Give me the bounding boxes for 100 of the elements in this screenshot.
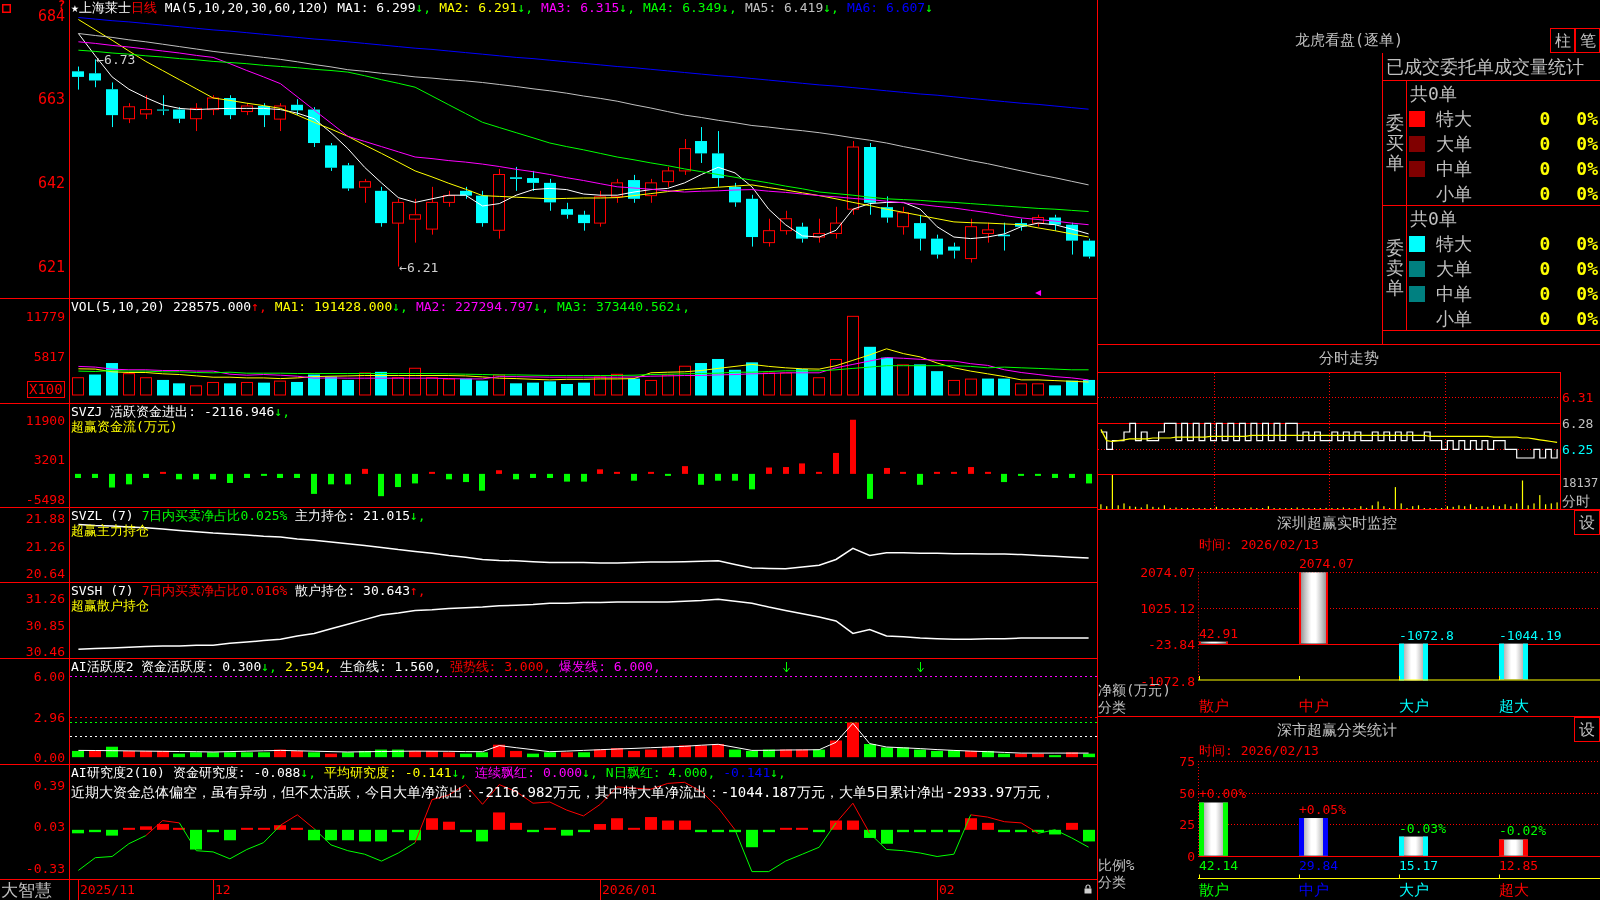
candlestick xyxy=(998,222,1010,252)
indicator-value: 228575.000 xyxy=(172,299,252,314)
trend-arrow: ↓, xyxy=(392,299,408,314)
date-label: 2025/11 xyxy=(78,880,135,900)
candlestick xyxy=(325,142,337,172)
axis-label: 30.46 xyxy=(25,644,65,657)
axis-label: 2074.07 xyxy=(1140,565,1195,579)
period-label: 日线 xyxy=(130,0,157,15)
order-count: 0 xyxy=(1539,159,1551,178)
order-share: 0% xyxy=(1576,259,1598,278)
axis-label: 6.28 xyxy=(1562,416,1594,430)
axis-label: -23.84 xyxy=(1148,637,1195,651)
value-label: 12.85 xyxy=(1499,858,1539,872)
trend-arrow: ↓, xyxy=(517,0,534,15)
indicator-name: SVZJ xyxy=(71,404,103,419)
candlestick xyxy=(123,102,135,124)
indicator-value: 连续飘红: 0.000 xyxy=(475,765,583,780)
indicator-value: 平均研究度: -0.141 xyxy=(324,765,452,780)
toggle-button[interactable]: 笔 xyxy=(1575,28,1600,53)
axis-title: 比例% xyxy=(1098,858,1135,872)
axis-label: 0 xyxy=(1187,849,1195,863)
candlestick xyxy=(510,166,522,192)
bar xyxy=(1299,572,1328,644)
indicator-value: 活跃资金进出: -2116.946 xyxy=(110,404,275,419)
axis-label: 6.25 xyxy=(1562,442,1594,456)
candlestick xyxy=(830,206,842,240)
group-label: 委卖单 xyxy=(1385,238,1404,298)
toggle-button[interactable]: 柱 xyxy=(1550,28,1575,53)
trend-arrow: ↓, xyxy=(582,765,598,780)
order-count: 0 xyxy=(1539,284,1551,303)
axis-label: 50 xyxy=(1179,786,1195,800)
candlestick xyxy=(611,178,623,204)
timestamp: 时间: 2026/02/13 xyxy=(1199,538,1319,551)
category-label: 散户 xyxy=(1199,699,1229,714)
trend-arrow: ↓, xyxy=(261,659,277,674)
indicator-value: 主力持仓: 21.015 xyxy=(295,508,411,523)
order-share: 0% xyxy=(1576,309,1598,328)
candlestick xyxy=(578,210,590,232)
settings-button[interactable]: 设 xyxy=(1574,717,1600,742)
order-share: 0% xyxy=(1576,159,1598,178)
order-count: 0 xyxy=(1539,309,1551,328)
indicator-name: VOL(5,10,20) xyxy=(71,299,165,314)
trend-arrow: ↓, xyxy=(415,0,432,15)
bar xyxy=(1399,643,1428,681)
candlestick xyxy=(359,178,371,204)
indicator-value: MA6: 6.607 xyxy=(846,0,926,15)
axis-label: 21.88 xyxy=(25,511,65,525)
candlestick xyxy=(258,102,270,128)
candlestick xyxy=(72,66,84,91)
indicator-value: 爆发线: 6.000, xyxy=(559,659,661,674)
indicator-subtitle: 超赢散户持仓 xyxy=(71,598,149,613)
square-icon xyxy=(2,4,11,13)
axis-label: 3201 xyxy=(33,452,65,466)
candlestick xyxy=(207,94,219,116)
axis-label: 25 xyxy=(1179,817,1195,831)
order-type: 特大 xyxy=(1436,234,1472,253)
change-label: -0.02% xyxy=(1499,824,1546,838)
indicator-name: AI研究度2(10) xyxy=(71,765,165,780)
order-type: 大单 xyxy=(1436,259,1472,278)
candlestick xyxy=(746,194,758,248)
category-label: 大户 xyxy=(1399,699,1429,714)
volume-scale-label: 18137 xyxy=(1562,477,1599,489)
candlestick xyxy=(460,186,472,200)
settings-button[interactable]: 设 xyxy=(1574,510,1600,535)
candlestick xyxy=(645,178,657,204)
panel-title: 龙虎看盘(逐单) xyxy=(1294,33,1404,48)
candlestick xyxy=(695,126,707,164)
candlestick xyxy=(712,130,724,188)
candlestick xyxy=(157,94,169,116)
price-annotation: ←6.21 xyxy=(399,260,439,273)
candlestick xyxy=(375,186,387,228)
axis-label: 2.96 xyxy=(33,710,65,724)
trend-arrow: ↓, xyxy=(533,299,549,314)
indicator-value: -0.141 xyxy=(723,765,771,780)
candlestick xyxy=(140,94,152,120)
category-label: 中户 xyxy=(1299,883,1329,898)
candlestick xyxy=(1032,214,1044,228)
category-label: 中户 xyxy=(1299,699,1329,714)
candlestick xyxy=(780,210,792,236)
trend-arrow: ↓, xyxy=(410,508,426,523)
candlestick xyxy=(763,218,775,248)
trend-arrow: ↓, xyxy=(674,299,691,314)
axis-label: 20.64 xyxy=(25,566,65,580)
candlestick xyxy=(527,170,539,192)
axis-label: 6.00 xyxy=(33,669,65,683)
order-total: 共0单 xyxy=(1410,209,1457,228)
order-type: 小单 xyxy=(1436,309,1472,328)
axis-label: 75 xyxy=(1179,754,1195,768)
candlestick xyxy=(1015,218,1027,232)
indicator-value: 2.594, xyxy=(284,659,332,674)
order-share: 0% xyxy=(1576,109,1598,128)
candlestick xyxy=(679,138,691,176)
candlestick xyxy=(729,182,741,208)
order-type: 中单 xyxy=(1436,284,1472,303)
candlestick xyxy=(662,166,674,188)
bar xyxy=(1499,643,1528,680)
axis-label: 6.31 xyxy=(1562,390,1594,404)
axis-label: 684 xyxy=(37,8,65,24)
indicator-value: 资金活跃度: 0.300 xyxy=(141,659,262,674)
axis-title: 净额(万元) xyxy=(1098,683,1171,697)
